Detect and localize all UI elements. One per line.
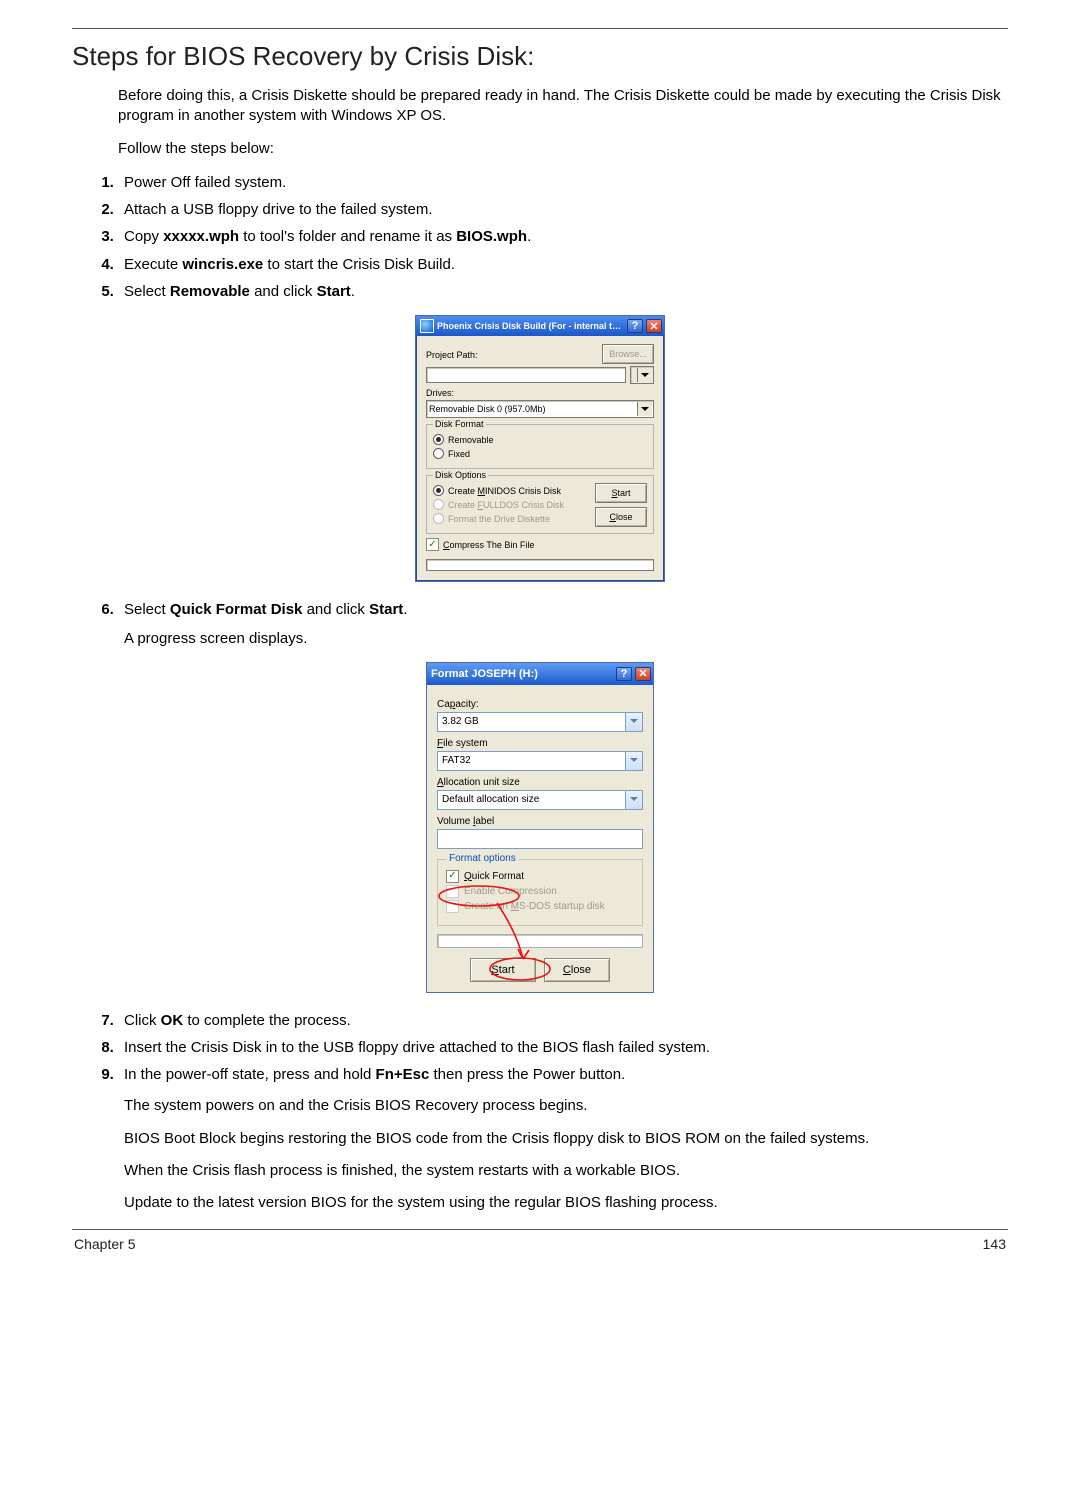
fulldos-radio: Create FULLDOS Crisis Disk [433,499,591,510]
close-icon[interactable]: ✕ [635,667,651,681]
project-path-dropdown [630,366,654,384]
format-start-button[interactable]: Start [470,958,536,982]
quick-format-checkbox[interactable]: Quick Format [446,870,634,883]
allocation-label: Allocation unit size [437,777,643,788]
step-6: Select Quick Format Disk and click Start… [118,598,1008,650]
enable-compression-checkbox: Enable Compression [446,885,634,898]
disk-format-group: Disk Format Removable Fixed [426,424,654,469]
page-heading: Steps for BIOS Recovery by Crisis Disk: [72,41,1008,72]
close-button[interactable]: Close [595,507,647,527]
help-button[interactable]: ? [616,667,632,681]
follow-paragraph: Follow the steps below: [72,139,1008,159]
project-path-input[interactable] [426,367,626,383]
compress-checkbox[interactable]: Compress The Bin File [426,538,654,551]
step-5: Select Removable and click Start. [118,280,1008,303]
help-button[interactable]: ? [627,319,643,333]
capacity-label: Capacity: [437,699,643,710]
format-close-button[interactable]: Close [544,958,610,982]
start-button[interactable]: Start [595,483,647,503]
format-progress [437,934,643,948]
footer-chapter: Chapter 5 [74,1236,135,1252]
minidos-radio[interactable]: Create MINIDOS Crisis Disk [433,485,591,496]
step-9: In the power-off state, press and hold F… [118,1063,1008,1213]
top-rule [72,28,1008,29]
format-options-group: Format options Quick Format Enable Compr… [437,859,643,926]
step-6-sub: A progress screen displays. [124,629,1008,649]
phoenix-window: Phoenix Crisis Disk Build (For - interna… [415,315,665,582]
removable-radio[interactable]: Removable [433,434,647,445]
step-2: Attach a USB floppy drive to the failed … [118,198,1008,221]
footer-page: 143 [983,1236,1006,1252]
format-titlebar[interactable]: Format JOSEPH (H:) ? ✕ [427,663,653,685]
phoenix-title: Phoenix Crisis Disk Build (For - interna… [437,321,624,331]
capacity-select[interactable]: 3.82 GB [437,712,643,732]
msdos-startup-checkbox: Create an MS-DOS startup disk [446,900,634,913]
close-icon[interactable]: ✕ [646,319,662,333]
format-window-figure: Format JOSEPH (H:) ? ✕ Capacity: 3.82 GB… [72,662,1008,993]
step-4: Execute wincris.exe to start the Crisis … [118,253,1008,276]
step-8: Insert the Crisis Disk in to the USB flo… [118,1036,1008,1059]
filesystem-label: File system [437,738,643,749]
intro-paragraph: Before doing this, a Crisis Diskette sho… [72,86,1008,127]
bottom-rule [72,1229,1008,1230]
disk-options-group: Disk Options Create MINIDOS Crisis Disk … [426,475,654,534]
format-window: Format JOSEPH (H:) ? ✕ Capacity: 3.82 GB… [426,662,654,993]
step-7: Click OK to complete the process. [118,1009,1008,1032]
formatdrive-radio: Format the Drive Diskette [433,513,591,524]
step-1: Power Off failed system. [118,171,1008,194]
phoenix-window-figure: Phoenix Crisis Disk Build (For - interna… [72,315,1008,582]
volume-input[interactable] [437,829,643,849]
filesystem-select[interactable]: FAT32 [437,751,643,771]
progress-bar [426,559,654,571]
project-path-label: Project Path: [426,350,598,360]
fixed-radio[interactable]: Fixed [433,448,647,459]
browse-button: Browse... [602,344,654,364]
app-icon [420,319,434,333]
volume-label: Volume label [437,816,643,827]
format-title: Format JOSEPH (H:) [431,668,613,680]
step-3: Copy xxxxx.wph to tool's folder and rena… [118,225,1008,248]
drives-select[interactable]: Removable Disk 0 (957.0Mb) [426,400,654,418]
phoenix-titlebar[interactable]: Phoenix Crisis Disk Build (For - interna… [416,316,664,336]
allocation-select[interactable]: Default allocation size [437,790,643,810]
drives-label: Drives: [426,388,654,398]
